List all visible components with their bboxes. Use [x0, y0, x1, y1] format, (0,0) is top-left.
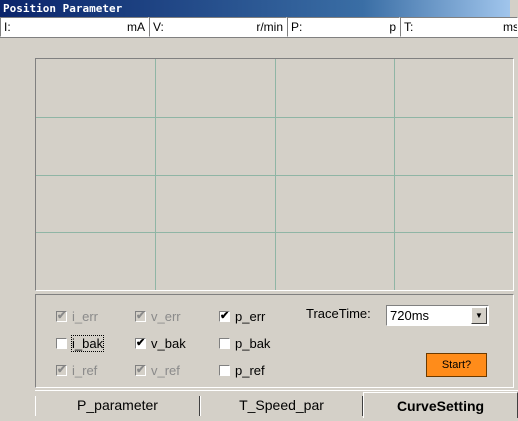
title-bar-corner [510, 0, 518, 17]
i-ref-label: i_ref [72, 362, 98, 378]
v-ref-checkbox[interactable]: ✔ v_ref [135, 362, 180, 378]
i-bak-check-mark [56, 337, 67, 349]
position-label: P: [291, 20, 303, 34]
i-err-check-mark: ✔ [56, 309, 67, 322]
position-unit: p [389, 20, 396, 34]
velocity-readout: V: r/min [149, 17, 287, 37]
p-ref-checkbox[interactable]: p_ref [219, 362, 265, 378]
v-ref-label: v_ref [151, 362, 180, 378]
i-bak-checkbox[interactable]: i_bak [56, 334, 105, 352]
p-ref-label: p_ref [235, 362, 265, 378]
i-err-label: i_err [72, 308, 99, 324]
tab-strip-edge [35, 390, 518, 391]
start-button[interactable]: Start? [426, 353, 487, 377]
tab-p-parameter[interactable]: P_parameter [35, 396, 200, 416]
trace-time-label: TraceTime: [306, 306, 371, 321]
time-readout: T: ms [400, 17, 518, 37]
window-title: Position Parameter [3, 2, 123, 15]
i-err-checkbox[interactable]: ✔ i_err [56, 308, 98, 324]
plot-grid [36, 59, 513, 290]
time-unit: ms [503, 20, 518, 34]
i-bak-label: i_bak [70, 334, 105, 352]
current-label: I: [4, 20, 11, 34]
i-ref-check-mark: ✔ [56, 363, 67, 376]
v-bak-check-mark: ✔ [135, 336, 146, 349]
velocity-unit: r/min [256, 20, 283, 34]
window-title-bar: Position Parameter [0, 0, 518, 17]
p-ref-check-mark [219, 364, 230, 376]
curve-options-group: ✔ i_err ✔ v_err ✔ p_err i_bak ✔ v_bak p_… [35, 294, 514, 388]
position-readout: P: p [287, 17, 400, 37]
trace-time-select[interactable]: 720ms ▼ [386, 305, 489, 326]
p-bak-check-mark [219, 337, 230, 349]
tab-strip: P_parameter T_Speed_par CurveSetting [35, 390, 518, 421]
trace-plot [35, 58, 514, 291]
readout-bar: I: mA V: r/min P: p T: ms [0, 17, 518, 38]
i-ref-checkbox[interactable]: ✔ i_ref [56, 362, 97, 378]
velocity-label: V: [153, 20, 164, 34]
v-bak-checkbox[interactable]: ✔ v_bak [135, 335, 186, 351]
v-ref-check-mark: ✔ [135, 363, 146, 376]
v-err-checkbox[interactable]: ✔ v_err [135, 308, 181, 324]
tab-t-speed-par[interactable]: T_Speed_par [200, 396, 363, 416]
v-bak-label: v_bak [151, 335, 186, 351]
p-bak-label: p_bak [235, 335, 271, 351]
tab-curve-setting[interactable]: CurveSetting [363, 392, 518, 418]
chevron-down-icon[interactable]: ▼ [471, 307, 487, 324]
time-label: T: [404, 20, 414, 34]
p-err-checkbox[interactable]: ✔ p_err [219, 308, 265, 324]
p-bak-checkbox[interactable]: p_bak [219, 335, 270, 351]
p-err-check-mark: ✔ [219, 309, 230, 322]
v-err-check-mark: ✔ [135, 309, 146, 322]
p-err-label: p_err [235, 308, 266, 324]
v-err-label: v_err [151, 308, 181, 324]
current-unit: mA [127, 20, 145, 34]
trace-time-value: 720ms [390, 308, 430, 323]
current-readout: I: mA [0, 17, 149, 37]
